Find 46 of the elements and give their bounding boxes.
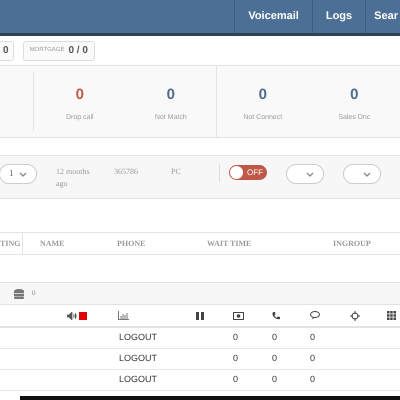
grid-icon: [387, 311, 396, 320]
status-cell-text: LOGOUT: [119, 331, 158, 344]
table-cell-text: 0: [233, 352, 240, 366]
stat-value: 0: [76, 87, 84, 102]
stop-square-icon: [79, 312, 87, 320]
select-dropdown[interactable]: [286, 164, 324, 184]
bar-chart-icon: [118, 311, 129, 320]
select-dropdown[interactable]: [343, 164, 381, 184]
time-text: 12 months ago: [56, 166, 91, 190]
table-cell-text: 0: [233, 373, 240, 386]
table-cell-text: 0: [272, 352, 278, 366]
database-icon: [14, 288, 24, 298]
cash-icon: [233, 312, 244, 320]
stat-value: 0: [258, 87, 267, 102]
pause-icon: [196, 312, 204, 320]
column-header: PHONE: [117, 238, 146, 250]
chevron-down-icon: [306, 172, 314, 176]
table-cell-text: 0: [272, 331, 278, 344]
table-cell-text: 0: [310, 331, 316, 344]
stat-value: 0: [350, 87, 358, 102]
badge-value: 0 / 0: [68, 44, 88, 58]
nav-link[interactable]: Sear: [365, 0, 400, 33]
table-cell-text: 0: [310, 373, 316, 386]
table-cell-text: 0: [233, 331, 240, 344]
column-header: WAIT TIME: [207, 238, 252, 250]
column-header: NAME: [39, 238, 66, 250]
nav-link[interactable]: Voicemail: [234, 0, 312, 33]
column-header: TING: [0, 233, 23, 254]
select-dropdown[interactable]: 1: [0, 164, 37, 184]
type-text: PC: [171, 166, 182, 178]
chat-bubble-icon: [310, 311, 321, 320]
speaker-icon: [67, 312, 77, 320]
column-header: INGROUP: [333, 238, 371, 250]
toggle-switch[interactable]: OFF: [229, 165, 267, 180]
chevron-down-icon: [19, 172, 27, 176]
nav-link[interactable]: Logs: [312, 0, 366, 33]
status-cell-text: LOGOUT: [119, 373, 158, 386]
chevron-down-icon: [363, 172, 371, 176]
table-cell-text: 0: [272, 373, 278, 386]
table-cell-text: 0: [310, 352, 316, 366]
crosshair-icon: [350, 310, 360, 320]
status-cell-text: LOGOUT: [119, 352, 158, 366]
stat-value: 0: [166, 87, 175, 102]
phone-icon: [272, 312, 280, 320]
id-text: 365786: [114, 166, 139, 178]
badge-value: 0: [3, 44, 9, 58]
